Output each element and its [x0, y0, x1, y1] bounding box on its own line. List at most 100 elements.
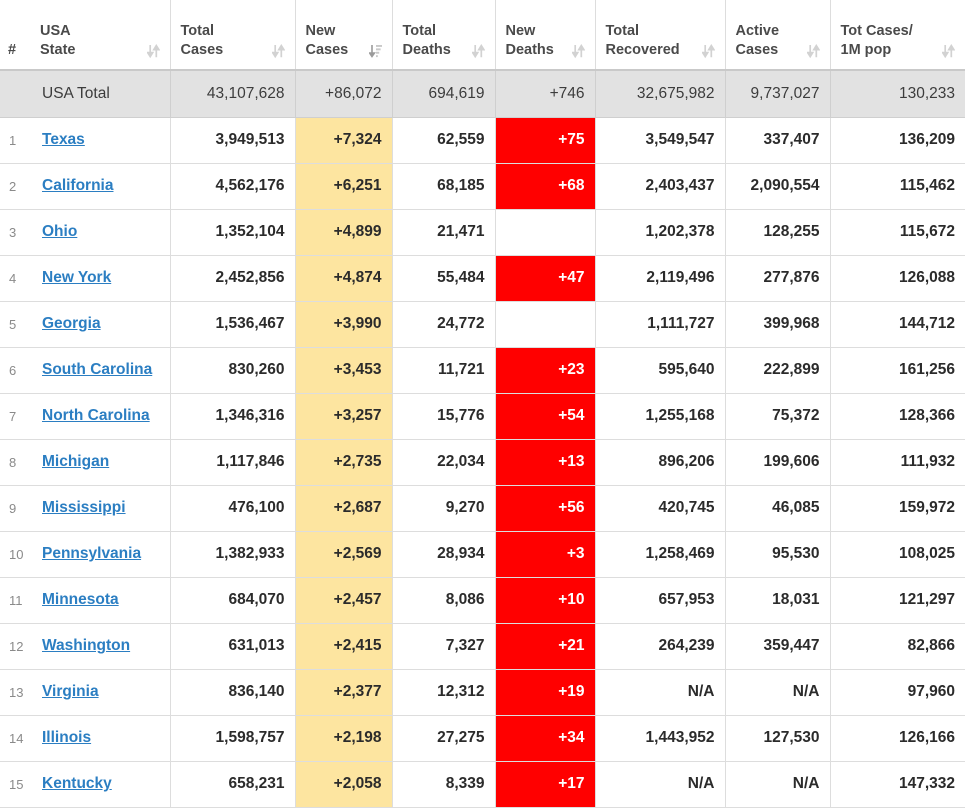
row-state[interactable]: Mississippi	[30, 485, 171, 532]
row-state[interactable]: Kentucky	[30, 761, 171, 808]
row-state[interactable]: Illinois	[30, 715, 171, 762]
state-link[interactable]: Minnesota	[42, 591, 119, 608]
total-new-cases: +86,072	[295, 70, 393, 118]
sort-updown-icon[interactable]	[942, 44, 955, 59]
state-link[interactable]: Kentucky	[42, 775, 112, 792]
column-header-line2: State	[40, 42, 76, 59]
column-header-line2: Cases	[180, 42, 224, 59]
row-new-cases: +2,735	[295, 439, 393, 486]
table-row: 13 Virginia 836,140 +2,377 12,312 +19 N/A N/A 97…	[0, 669, 965, 716]
sort-updown-icon[interactable]	[806, 44, 820, 59]
state-link[interactable]: North Carolina	[42, 407, 150, 424]
state-link[interactable]: Virginia	[42, 683, 99, 700]
row-tot-cases-1m: 126,166	[830, 715, 965, 762]
state-link[interactable]: Texas	[42, 131, 85, 148]
column-header-nd[interactable]: New Deaths	[495, 0, 596, 71]
row-total-cases: 1,346,316	[170, 393, 296, 440]
state-link[interactable]: New York	[42, 269, 111, 286]
row-total-recovered: 3,549,547	[595, 117, 726, 164]
table-row: 12 Washington 631,013 +2,415 7,327 +21 264,239…	[0, 623, 965, 670]
row-total-deaths: 11,721	[392, 347, 496, 394]
column-header-nc[interactable]: New Cases	[295, 0, 393, 71]
table-row: 2 California 4,562,176 +6,251 68,185 +68 2,403…	[0, 163, 965, 210]
row-new-cases: +4,899	[295, 209, 393, 256]
table-row: 5 Georgia 1,536,467 +3,990 24,772 1,111,727 39…	[0, 301, 965, 348]
column-header-tr[interactable]: Total Recovered	[595, 0, 726, 71]
row-new-deaths: +47	[495, 255, 596, 302]
state-link[interactable]: Washington	[42, 637, 130, 654]
row-rank: 3	[0, 209, 30, 256]
column-header-line1: USA	[40, 23, 71, 40]
row-state[interactable]: Michigan	[30, 439, 171, 486]
row-state[interactable]: South Carolina	[30, 347, 171, 394]
row-state[interactable]: Washington	[30, 623, 171, 670]
row-total-recovered: 1,255,168	[595, 393, 726, 440]
row-new-deaths: +23	[495, 347, 596, 394]
row-total-cases: 1,117,846	[170, 439, 296, 486]
row-active-cases: N/A	[725, 761, 831, 808]
column-header-tcm[interactable]: Tot Cases/1M pop	[830, 0, 965, 71]
state-link[interactable]: Ohio	[42, 223, 77, 240]
row-tot-cases-1m: 108,025	[830, 531, 965, 578]
row-state[interactable]: Ohio	[30, 209, 171, 256]
table-row: 8 Michigan 1,117,846 +2,735 22,034 +13 896,206…	[0, 439, 965, 486]
row-active-cases: 359,447	[725, 623, 831, 670]
row-state[interactable]: Georgia	[30, 301, 171, 348]
state-link[interactable]: Illinois	[42, 729, 91, 746]
row-tot-cases-1m: 144,712	[830, 301, 965, 348]
state-link[interactable]: Michigan	[42, 453, 109, 470]
row-new-cases: +2,569	[295, 531, 393, 578]
row-new-deaths: +56	[495, 485, 596, 532]
row-rank: 1	[0, 117, 30, 164]
sort-updown-icon[interactable]	[571, 44, 585, 59]
row-new-cases: +3,257	[295, 393, 393, 440]
row-state[interactable]: New York	[30, 255, 171, 302]
table-row: 15 Kentucky 658,231 +2,058 8,339 +17 N/A N/A 147…	[0, 761, 965, 808]
row-active-cases: 127,530	[725, 715, 831, 762]
sort-updown-icon[interactable]	[701, 44, 715, 59]
row-rank: 13	[0, 669, 30, 716]
row-total-cases: 1,598,757	[170, 715, 296, 762]
sort-updown-icon[interactable]	[471, 44, 485, 59]
table-header-row: # USA State Total Cases New Cases Total Deaths Ne…	[0, 0, 965, 71]
row-total-cases: 476,100	[170, 485, 296, 532]
row-total-recovered: 1,443,952	[595, 715, 726, 762]
row-total-deaths: 15,776	[392, 393, 496, 440]
row-total-deaths: 55,484	[392, 255, 496, 302]
row-total-recovered: 264,239	[595, 623, 726, 670]
state-link[interactable]: South Carolina	[42, 361, 152, 378]
row-state[interactable]: Texas	[30, 117, 171, 164]
column-header-state[interactable]: USA State	[30, 0, 171, 71]
table-row: 4 New York 2,452,856 +4,874 55,484 +47 2,119,4…	[0, 255, 965, 302]
state-link[interactable]: Georgia	[42, 315, 101, 332]
column-header-line1: Total	[180, 23, 215, 40]
row-new-deaths: +19	[495, 669, 596, 716]
row-tot-cases-1m: 115,462	[830, 163, 965, 210]
sort-amount-desc-icon[interactable]	[368, 44, 382, 59]
state-link[interactable]: Pennsylvania	[42, 545, 141, 562]
row-total-recovered: 1,202,378	[595, 209, 726, 256]
row-active-cases: 95,530	[725, 531, 831, 578]
sort-updown-icon[interactable]	[271, 44, 285, 59]
row-state[interactable]: Virginia	[30, 669, 171, 716]
row-total-cases: 1,382,933	[170, 531, 296, 578]
row-total-cases: 1,352,104	[170, 209, 296, 256]
table-header: # USA State Total Cases New Cases Total Deaths Ne…	[0, 0, 965, 71]
row-rank: 15	[0, 761, 30, 808]
row-total-cases: 658,231	[170, 761, 296, 808]
column-header-line2: Cases	[305, 42, 349, 59]
state-link[interactable]: Mississippi	[42, 499, 126, 516]
row-total-deaths: 9,270	[392, 485, 496, 532]
row-state[interactable]: Minnesota	[30, 577, 171, 624]
column-header-ac[interactable]: Active Cases	[725, 0, 831, 71]
column-header-td[interactable]: Total Deaths	[392, 0, 496, 71]
row-state[interactable]: California	[30, 163, 171, 210]
column-header-line1: New	[505, 23, 536, 40]
column-header-tc[interactable]: Total Cases	[170, 0, 296, 71]
total-total-cases: 43,107,628	[170, 70, 296, 118]
row-state[interactable]: Pennsylvania	[30, 531, 171, 578]
sort-updown-icon[interactable]	[146, 44, 160, 59]
row-total-deaths: 28,934	[392, 531, 496, 578]
row-state[interactable]: North Carolina	[30, 393, 171, 440]
state-link[interactable]: California	[42, 177, 113, 194]
